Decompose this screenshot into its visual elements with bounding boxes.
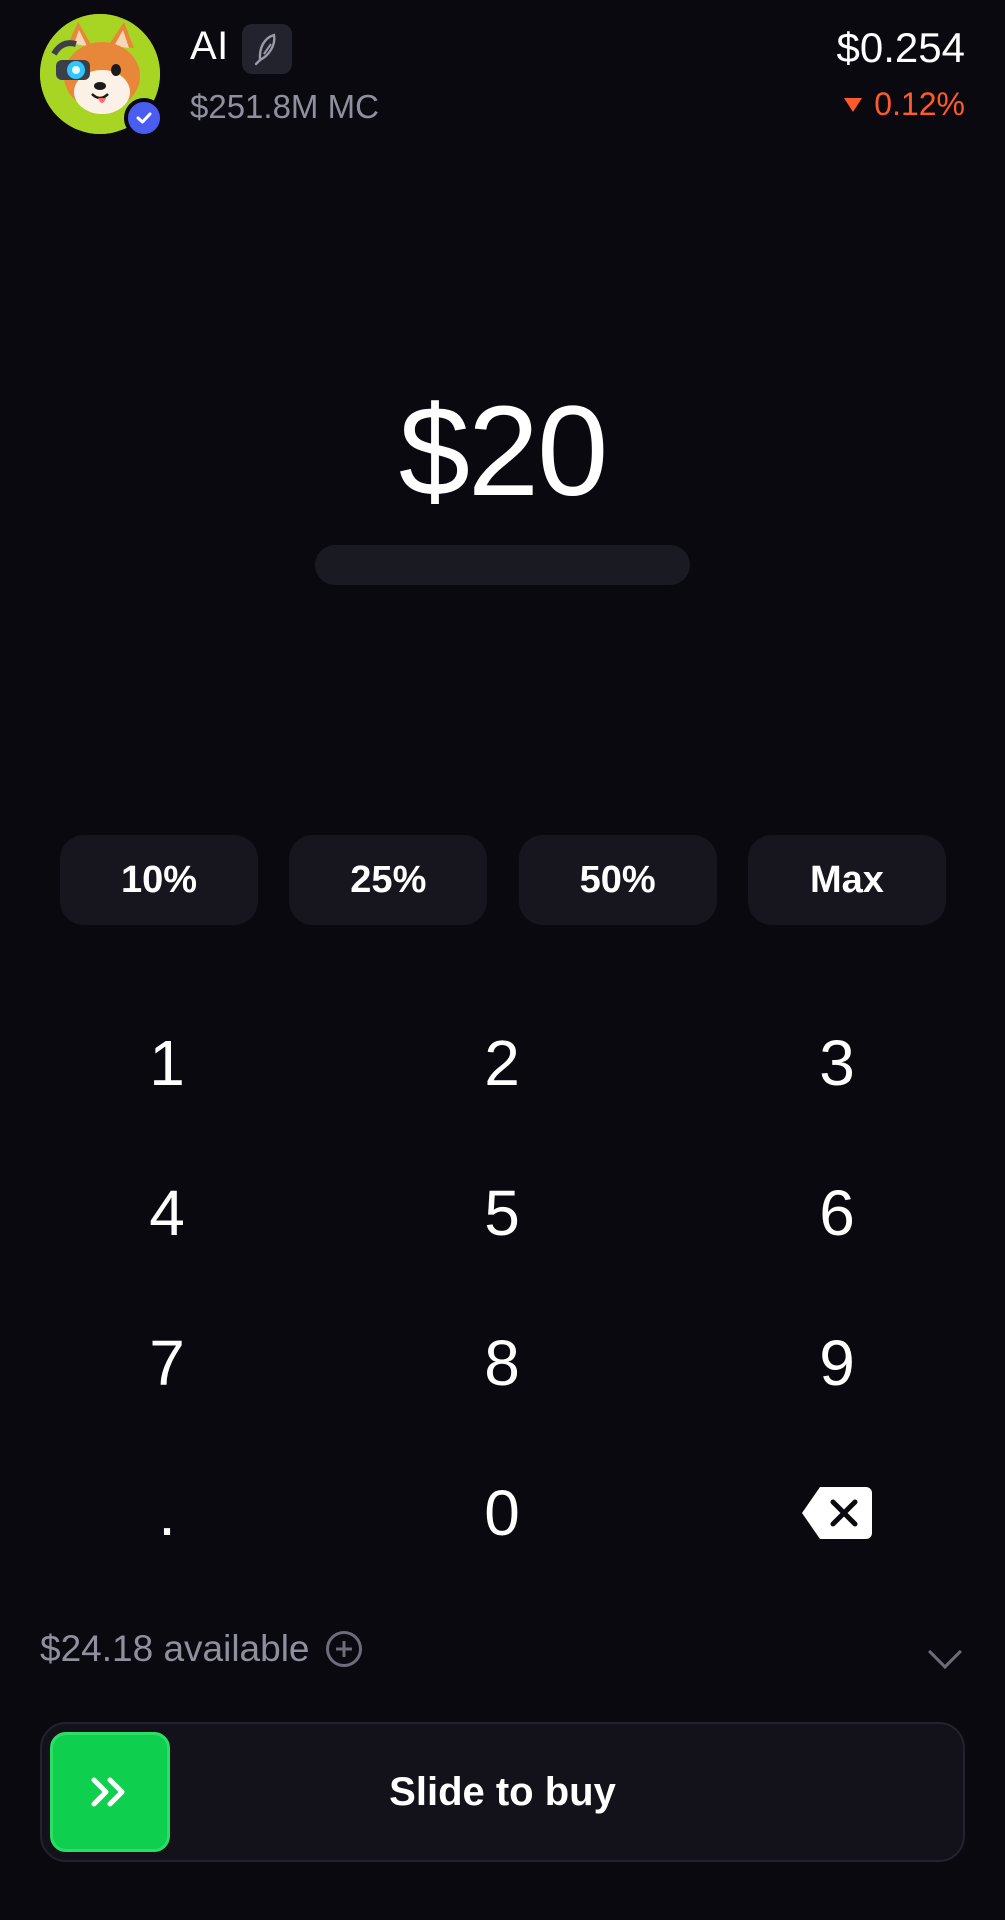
pump-feather-icon[interactable] <box>242 24 292 74</box>
key-decimal[interactable]: . <box>67 1458 267 1568</box>
backspace-icon <box>802 1487 872 1539</box>
buy-screen: AI $251.8M MC $0.254 0.12% $20 10% 25% 5… <box>0 0 1005 1920</box>
key-backspace[interactable] <box>737 1458 937 1568</box>
chip-max[interactable]: Max <box>747 835 946 925</box>
key-3[interactable]: 3 <box>737 1008 937 1118</box>
slide-to-buy-label: Slide to buy <box>389 1769 616 1814</box>
available-balance-row[interactable]: $24.18 available <box>40 1628 362 1670</box>
chip-10-percent[interactable]: 10% <box>60 835 258 925</box>
market-cap: $251.8M MC <box>190 88 379 125</box>
key-1[interactable]: 1 <box>67 1008 267 1118</box>
chip-25-percent[interactable]: 25% <box>289 835 488 925</box>
key-5[interactable]: 5 <box>402 1158 602 1268</box>
key-0[interactable]: 0 <box>402 1458 602 1568</box>
key-7[interactable]: 7 <box>67 1308 267 1418</box>
slide-to-buy[interactable]: Slide to buy <box>40 1722 965 1862</box>
buy-amount: $20 <box>398 380 609 523</box>
price-change: 0.12% <box>844 86 965 123</box>
key-2[interactable]: 2 <box>402 1008 602 1118</box>
key-6[interactable]: 6 <box>737 1158 937 1268</box>
down-arrow-icon <box>844 97 863 112</box>
plus-circle-icon[interactable] <box>325 1631 362 1667</box>
available-balance: $24.18 available <box>40 1628 310 1669</box>
slide-handle[interactable] <box>50 1732 170 1852</box>
token-avatar[interactable] <box>40 14 164 138</box>
key-9[interactable]: 9 <box>737 1308 937 1418</box>
key-8[interactable]: 8 <box>402 1308 602 1418</box>
quick-amount-chips: 10% 25% 50% Max <box>60 835 946 925</box>
price-change-value: 0.12% <box>874 86 965 122</box>
key-4[interactable]: 4 <box>67 1158 267 1268</box>
token-header: AI $251.8M MC $0.254 0.12% <box>40 14 965 138</box>
token-price: $0.254 <box>836 24 965 71</box>
token-name: AI <box>190 24 229 68</box>
verified-check-icon <box>124 98 164 138</box>
amount-subtext-placeholder <box>315 545 690 585</box>
chip-50-percent[interactable]: 50% <box>518 835 717 925</box>
chevron-down-icon[interactable] <box>928 1635 962 1669</box>
double-chevron-right-icon <box>91 1777 125 1807</box>
